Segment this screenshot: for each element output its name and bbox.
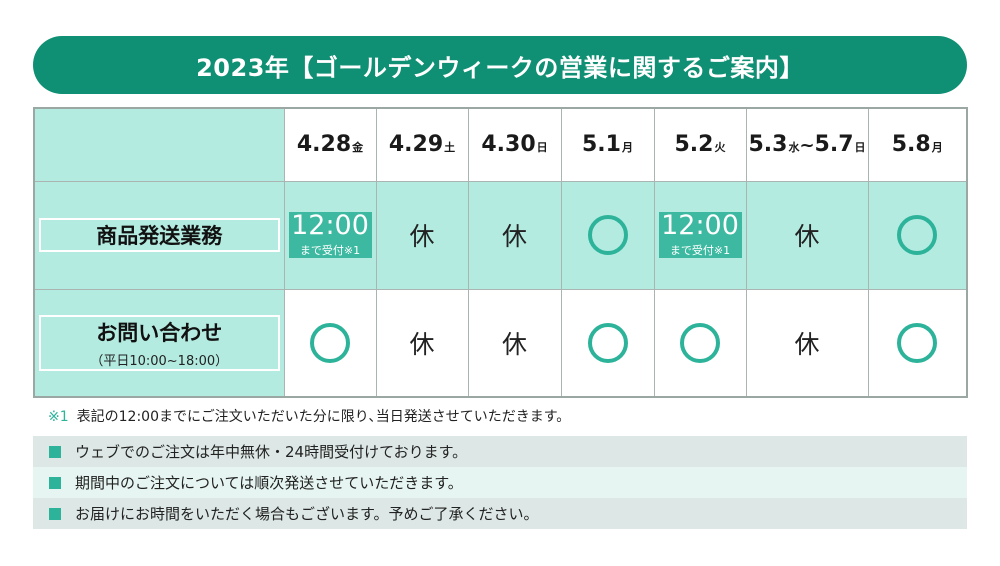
date-header: 4.29土: [375, 107, 469, 182]
shipping-cell-closed: 休: [467, 180, 562, 290]
shipping-label-cell: 商品発送業務: [33, 180, 285, 290]
inquiry-cell-open: [653, 288, 747, 398]
inquiry-cell-closed: 休: [375, 288, 469, 398]
date-header: 4.30日: [467, 107, 562, 182]
schedule-table: 4.28金 4.29土 4.30日 5.1月 5.2火 5.3水~5.7日 5.…: [33, 107, 968, 398]
header-corner: [33, 107, 285, 182]
inquiry-cell-closed: 休: [467, 288, 562, 398]
date-header: 5.2火: [653, 107, 747, 182]
square-bullet-icon: [49, 507, 61, 520]
open-circle-icon: [587, 215, 628, 255]
shipping-cell-time: 12:00 まで受付※1: [283, 180, 377, 290]
inquiry-cell-open: [560, 288, 655, 398]
shipping-row: 商品発送業務 12:00 まで受付※1 休 休 12:00 まで受付※1 休: [33, 180, 968, 290]
info-line: お届けにお時間をいただく場合もございます。予めご了承ください。: [33, 498, 967, 529]
shipping-cell-closed: 休: [375, 180, 469, 290]
date-header: 5.1月: [560, 107, 655, 182]
footnote-mark: ※1: [48, 409, 69, 425]
date-range-header: 5.3水~5.7日: [745, 107, 869, 182]
inquiry-label-cell: お問い合わせ （平日10:00~18:00）: [33, 288, 285, 398]
date-header-row: 4.28金 4.29土 4.30日 5.1月 5.2火 5.3水~5.7日 5.…: [33, 107, 968, 182]
info-line: 期間中のご注文については順次発送させていただきます。: [33, 467, 967, 498]
banner-title: 2023年【ゴールデンウィークの営業に関するご案内】: [196, 53, 804, 82]
info-line: ウェブでのご注文は年中無休・24時間受付けております。: [33, 436, 967, 467]
inquiry-hours: （平日10:00~18:00）: [90, 353, 229, 369]
inquiry-cell-open: [283, 288, 377, 398]
open-circle-icon: [897, 215, 938, 255]
shipping-cell-open: [560, 180, 655, 290]
shipping-cell-open: [867, 180, 968, 290]
footnote-text: 表記の12:00までにご注文いただいた分に限り､当日発送させていただきます。: [76, 409, 571, 425]
open-circle-icon: [310, 322, 350, 363]
shipping-label: 商品発送業務: [96, 224, 223, 248]
open-circle-icon: [897, 322, 938, 363]
square-bullet-icon: [49, 476, 61, 489]
open-circle-icon: [680, 322, 720, 363]
open-circle-icon: [587, 322, 628, 363]
date-header: 5.8月: [867, 107, 968, 182]
inquiry-cell-open: [867, 288, 968, 398]
inquiry-label: お問い合わせ: [96, 320, 223, 345]
shipping-cell-time: 12:00 まで受付※1: [653, 180, 747, 290]
shipping-cell-closed: 休: [745, 180, 869, 290]
square-bullet-icon: [49, 445, 61, 458]
date-header: 4.28金: [283, 107, 377, 182]
inquiry-cell-closed: 休: [745, 288, 869, 398]
inquiry-row: お問い合わせ （平日10:00~18:00） 休 休 休: [33, 288, 968, 398]
announcement-banner: 2023年【ゴールデンウィークの営業に関するご案内】: [33, 36, 967, 94]
footnote: ※1 表記の12:00までにご注文いただいた分に限り､当日発送させていただきます。: [48, 406, 570, 426]
